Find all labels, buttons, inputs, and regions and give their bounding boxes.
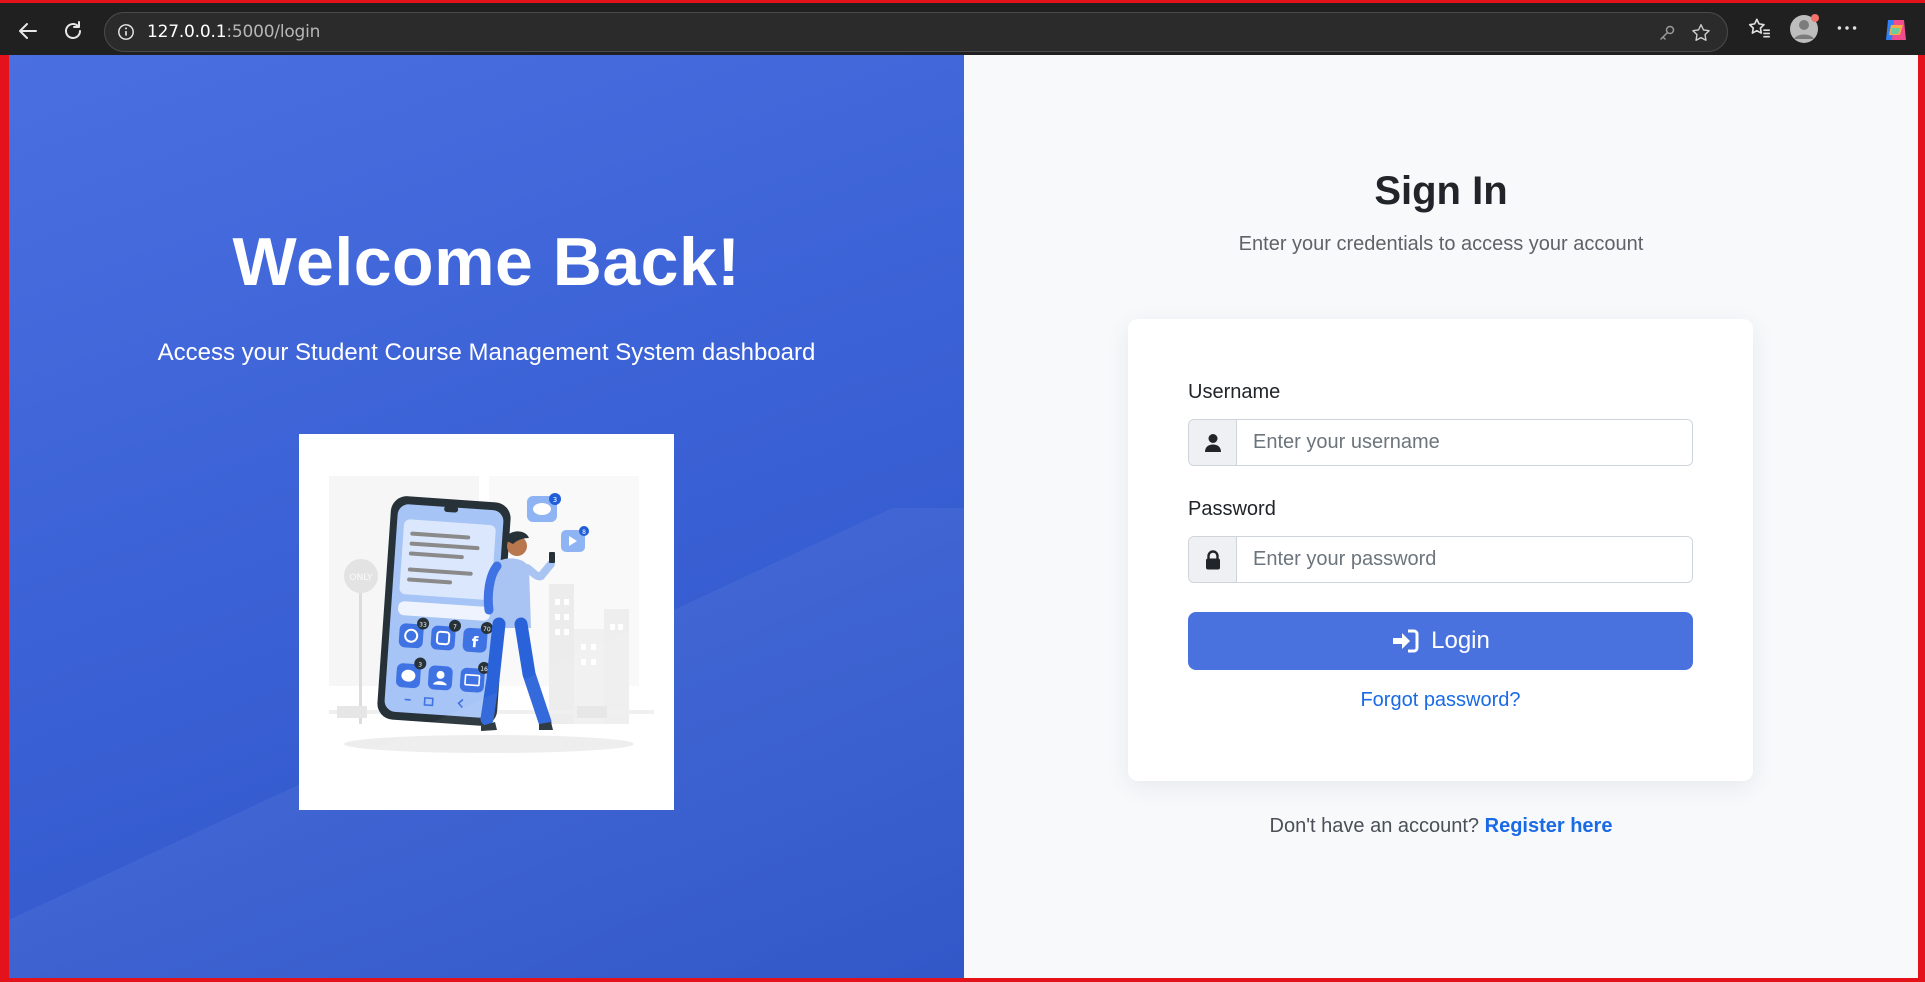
badge-count: 3 xyxy=(418,661,422,668)
lock-icon xyxy=(1189,537,1237,582)
url-path: :5000/login xyxy=(226,22,321,42)
sign-in-icon xyxy=(1393,629,1419,653)
welcome-heading: Welcome Back! xyxy=(232,224,741,300)
profile-icon xyxy=(1790,14,1819,43)
star-icon[interactable] xyxy=(1689,21,1713,45)
register-link[interactable]: Register here xyxy=(1485,815,1613,837)
reload-icon xyxy=(65,21,81,39)
welcome-panel: Welcome Back! Access your Student Course… xyxy=(9,55,964,978)
badge-count: 16 xyxy=(480,666,488,674)
welcome-subheading: Access your Student Course Management Sy… xyxy=(157,339,816,366)
login-page: Welcome Back! Access your Student Course… xyxy=(9,55,1918,978)
info-icon xyxy=(118,24,134,40)
username-label: Username xyxy=(1188,381,1281,403)
more-icon xyxy=(1837,26,1857,30)
badge-count: 8 xyxy=(582,529,586,536)
signin-subtitle: Enter your credentials to access your ac… xyxy=(1238,233,1644,255)
badge-count: 7 xyxy=(453,624,457,631)
forgot-password-link[interactable]: Forgot password? xyxy=(1128,689,1753,712)
favorites-icon xyxy=(1748,18,1770,38)
user-icon xyxy=(1189,420,1237,465)
badge-count: 3 xyxy=(553,496,557,504)
login-button-label: Login xyxy=(1431,627,1490,654)
favorites-button[interactable] xyxy=(1746,15,1772,46)
password-label: Password xyxy=(1188,498,1276,520)
url-host: 127.0.0.1 xyxy=(147,22,227,42)
signin-panel: Sign In Enter your credentials to access… xyxy=(964,55,1918,978)
profile-button[interactable] xyxy=(1788,13,1820,50)
username-input[interactable] xyxy=(1237,420,1692,465)
badge-count: 33 xyxy=(419,621,427,629)
username-field xyxy=(1188,419,1693,466)
reload-button[interactable] xyxy=(57,15,89,47)
mobile-user-illustration: ONLY f 33 7 70 3 16 3 8 xyxy=(299,434,674,810)
browser-toolbar: 127.0.0.1:5000/login xyxy=(0,0,1925,55)
password-field xyxy=(1188,536,1693,583)
badge-count: 70 xyxy=(483,626,491,634)
copilot-icon xyxy=(1886,20,1906,40)
register-prompt: Don't have an account? Register here xyxy=(964,815,1918,838)
login-button[interactable]: Login xyxy=(1188,612,1693,670)
password-input[interactable] xyxy=(1237,537,1692,582)
key-icon[interactable] xyxy=(1655,21,1679,45)
more-button[interactable] xyxy=(1834,15,1860,46)
copilot-button[interactable] xyxy=(1882,16,1910,49)
signin-title: Sign In xyxy=(1374,169,1508,213)
arrow-left-icon xyxy=(19,23,37,39)
svg-text:ONLY: ONLY xyxy=(349,573,373,583)
back-button[interactable] xyxy=(12,15,44,47)
login-card: Username Password Login Forgot password? xyxy=(1128,319,1753,781)
register-prompt-text: Don't have an account? xyxy=(1269,815,1480,837)
url-text: 127.0.0.1:5000/login xyxy=(147,22,320,42)
address-bar[interactable]: 127.0.0.1:5000/login xyxy=(104,12,1728,52)
